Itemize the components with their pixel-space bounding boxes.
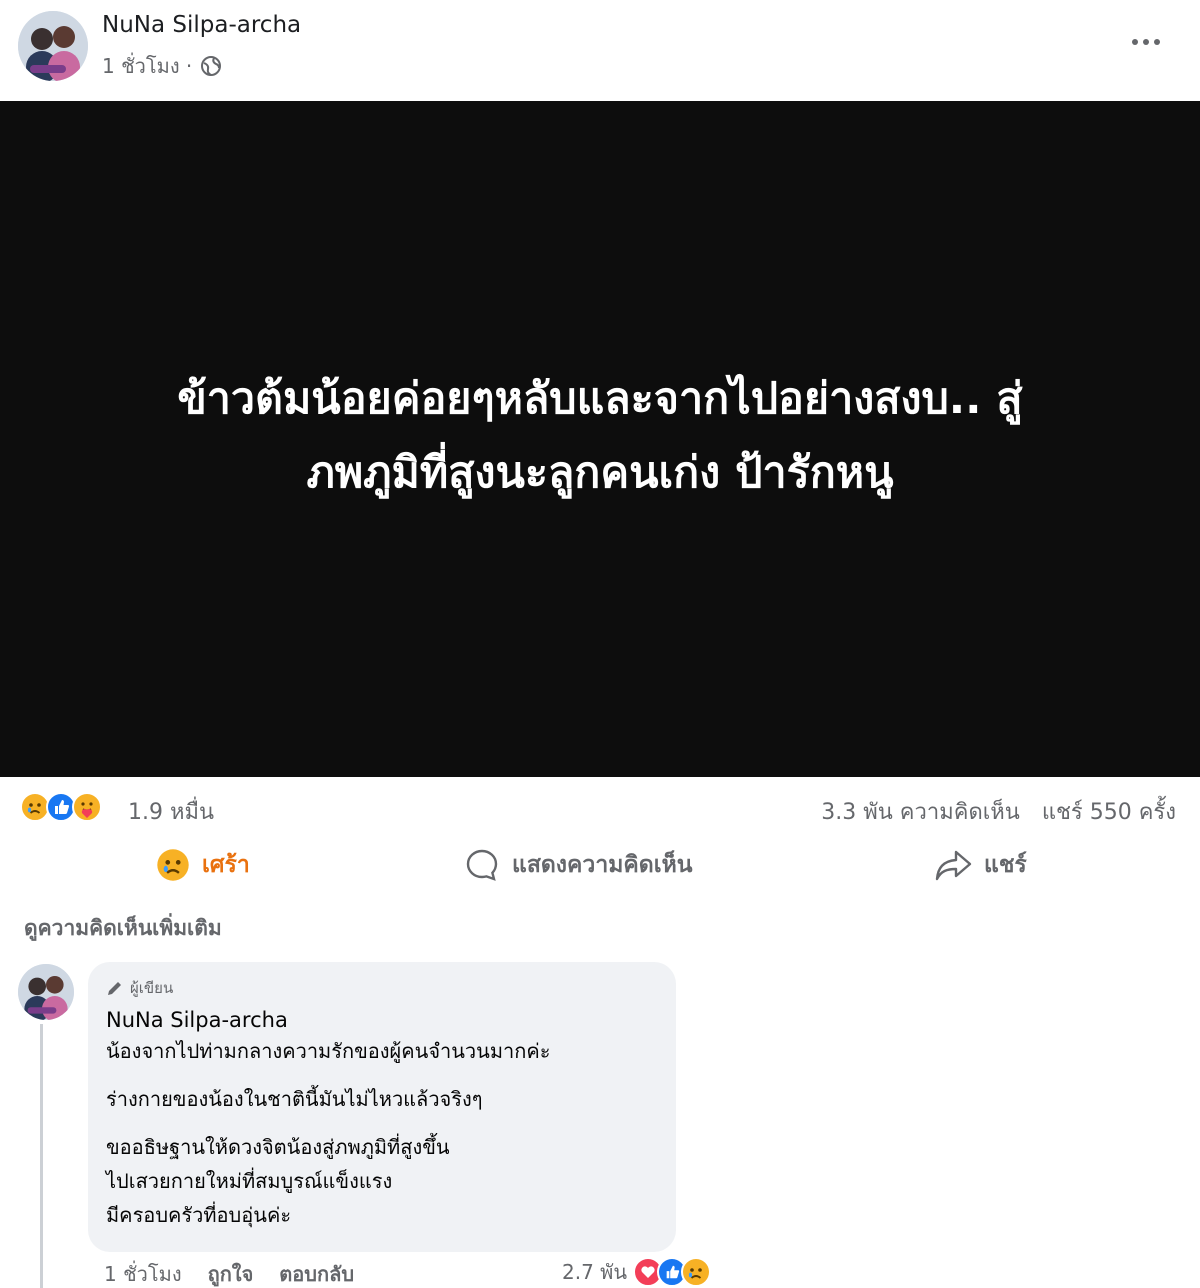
reaction-summary: 1.9 หมื่น 3.3 พัน ความคิดเห็น แชร์ 550 ค…	[0, 780, 1200, 836]
post-meta: 1 ชั่วโมง ·	[102, 50, 222, 82]
post-image-text: ข้าวต้มน้อยค่อยๆหลับและจากไปอย่างสงบ.. ส…	[40, 362, 1160, 510]
sad-icon	[157, 849, 189, 881]
image-text-line: ข้าวต้มน้อยค่อยๆหลับและจากไปอย่างสงบ.. ส…	[177, 374, 1023, 424]
comment-text-line: มีครอบครัวที่อบอุ่นค่ะ	[106, 1203, 292, 1227]
image-text-line: ภพภูมิที่สูงนะลูกคนเก่ง ป้ารักหนู	[306, 448, 894, 498]
author-badge: ผู้เขียน	[106, 976, 658, 1000]
comment-count[interactable]: 3.3 พัน ความคิดเห็น	[821, 794, 1020, 829]
comment-author[interactable]: NuNa Silpa-archa	[106, 1008, 658, 1032]
comment-label: แสดงความคิดเห็น	[512, 852, 693, 878]
react-label: เศร้า	[202, 852, 250, 878]
comment-text-line: ร่างกายของน้องในชาตินี้มันไม่ไหวแล้วจริง…	[106, 1087, 483, 1111]
share-label: แชร์	[984, 852, 1027, 878]
comment-button[interactable]: แสดงความคิดเห็น	[464, 844, 692, 886]
view-more-comments[interactable]: ดูความคิดเห็นเพิ่มเติม	[24, 912, 222, 945]
react-button[interactable]: เศร้า	[156, 844, 250, 886]
comment-like-button[interactable]: ถูกใจ	[208, 1258, 254, 1288]
comment-text-line: น้องจากไปท่ามกลางความรักของผู้คนจำนวนมาก…	[106, 1039, 551, 1063]
author-badge-label: ผู้เขียน	[130, 979, 174, 997]
comment-bubble: ผู้เขียน NuNa Silpa-archa น้องจากไปท่ามก…	[88, 962, 676, 1252]
post-header: NuNa Silpa-archa 1 ชั่วโมง ·	[0, 0, 1200, 101]
dot-icon	[1132, 39, 1138, 45]
comment-time[interactable]: 1 ชั่วโมง	[104, 1258, 182, 1288]
more-options-button[interactable]	[1126, 28, 1166, 56]
share-icon	[935, 850, 972, 881]
action-bar: เศร้า แสดงความคิดเห็น แชร์	[0, 836, 1200, 894]
care-reaction-icon	[72, 792, 102, 822]
commenter-avatar[interactable]	[18, 964, 74, 1020]
share-button[interactable]: แชร์	[934, 844, 1027, 886]
comment-reaction-count: 2.7 พัน	[562, 1260, 628, 1284]
globe-icon	[200, 55, 222, 77]
reaction-icons[interactable]	[20, 792, 102, 822]
dot-icon	[1143, 39, 1149, 45]
comment-text-line: ไปเสวยกายใหม่ที่สมบูรณ์แข็งแรง	[106, 1169, 393, 1193]
sad-reaction-icon	[681, 1257, 712, 1287]
post-image[interactable]: ข้าวต้มน้อยค่อยๆหลับและจากไปอย่างสงบ.. ส…	[0, 101, 1200, 777]
author-avatar[interactable]	[18, 11, 88, 81]
comment-reply-button[interactable]: ตอบกลับ	[279, 1258, 354, 1288]
pencil-icon	[108, 982, 121, 995]
dot-icon	[1154, 39, 1160, 45]
comment-reactions[interactable]: 2.7 พัน	[562, 1256, 712, 1288]
comment-icon	[466, 849, 498, 881]
post-time[interactable]: 1 ชั่วโมง ·	[102, 50, 192, 82]
summary-stats: 3.3 พัน ความคิดเห็น แชร์ 550 ครั้ง	[821, 794, 1176, 829]
comment-footer: 1 ชั่วโมง ถูกใจ ตอบกลับ	[104, 1258, 354, 1288]
comment-text-line: ขออธิษฐานให้ดวงจิตน้องสู่ภพภูมิที่สูงขึ้…	[106, 1135, 450, 1159]
share-count[interactable]: แชร์ 550 ครั้ง	[1042, 794, 1176, 829]
reaction-count[interactable]: 1.9 หมื่น	[128, 794, 214, 829]
thread-line	[40, 1024, 43, 1288]
author-name[interactable]: NuNa Silpa-archa	[102, 12, 301, 38]
